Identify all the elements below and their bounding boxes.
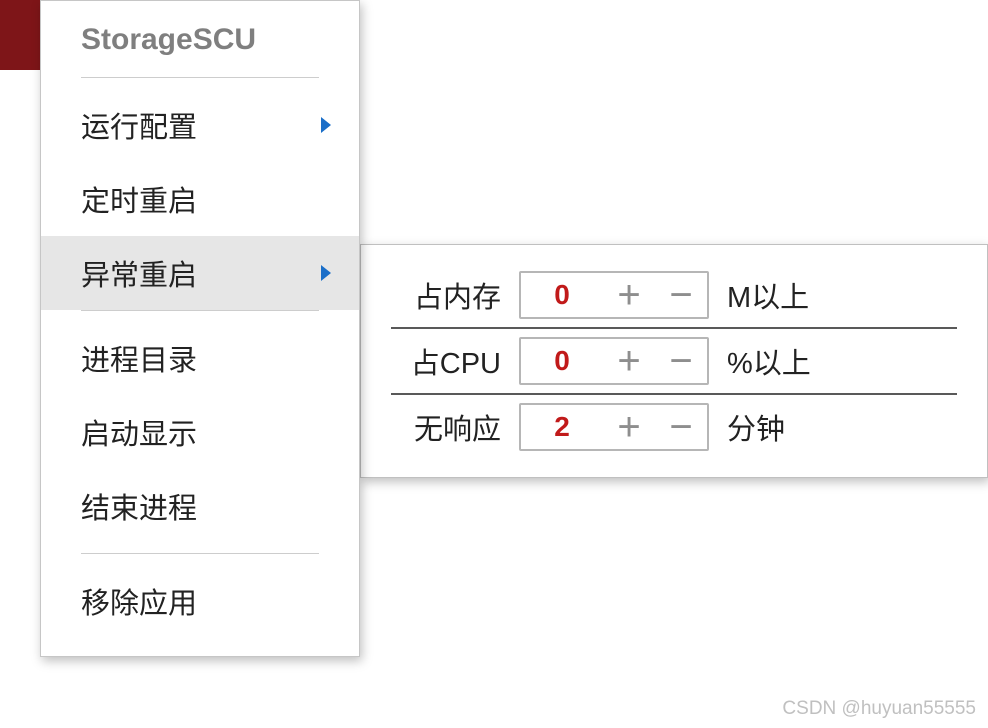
cpu-suffix: %以上 [727,340,827,382]
menu-item-abnormal-restart[interactable]: 异常重启 [41,236,359,310]
memory-stepper: + − [519,271,709,319]
minus-icon[interactable]: − [655,275,707,315]
noresp-stepper: + − [519,403,709,451]
menu-item-label: 运行配置 [81,104,197,146]
minus-icon[interactable]: − [655,341,707,381]
menu-item-remove-app[interactable]: 移除应用 [41,564,359,638]
menu-item-process-dir[interactable]: 进程目录 [41,321,359,395]
menu-item-label: 结束进程 [81,485,197,527]
plus-icon[interactable]: + [603,275,655,315]
context-menu: StorageSCU 运行配置 定时重启 异常重启 进程目录 启动显示 结束进程… [40,0,360,657]
submenu-arrow-icon [321,117,331,133]
noresp-label: 无响应 [391,406,501,448]
abnormal-restart-submenu: 占内存 + − M以上 占CPU + − %以上 无响应 + − 分钟 [360,244,988,478]
menu-item-kill-process[interactable]: 结束进程 [41,469,359,543]
cpu-label: 占CPU [391,340,501,382]
memory-value-input[interactable] [521,279,603,311]
menu-item-scheduled-restart[interactable]: 定时重启 [41,162,359,236]
submenu-arrow-icon [321,265,331,281]
menu-item-label: 进程目录 [81,337,197,379]
memory-label: 占内存 [391,274,501,316]
menu-title: StorageSCU [41,1,359,77]
memory-suffix: M以上 [727,274,827,316]
menu-item-run-config[interactable]: 运行配置 [41,88,359,162]
row-memory-threshold: 占内存 + − M以上 [391,263,957,327]
noresp-suffix: 分钟 [727,406,827,448]
menu-item-label: 定时重启 [81,178,197,220]
plus-icon[interactable]: + [603,341,655,381]
cpu-value-input[interactable] [521,345,603,377]
row-cpu-threshold: 占CPU + − %以上 [391,327,957,393]
plus-icon[interactable]: + [603,407,655,447]
watermark: CSDN @huyuan55555 [782,698,976,720]
menu-item-label: 移除应用 [81,580,197,622]
noresp-value-input[interactable] [521,411,603,443]
minus-icon[interactable]: − [655,407,707,447]
cpu-stepper: + − [519,337,709,385]
menu-item-label: 启动显示 [81,411,197,453]
menu-item-label: 异常重启 [81,252,197,294]
row-no-response: 无响应 + − 分钟 [391,393,957,459]
menu-item-startup-display[interactable]: 启动显示 [41,395,359,469]
